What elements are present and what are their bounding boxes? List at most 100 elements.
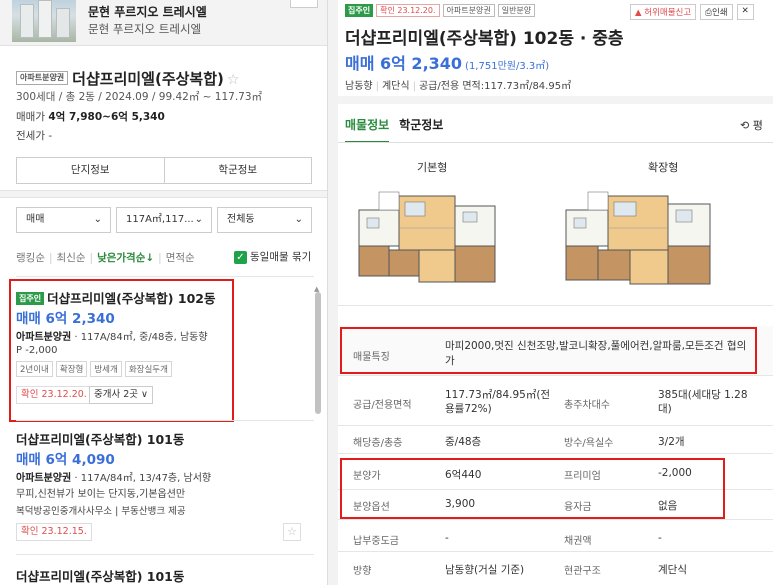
print-icon: ⎙	[705, 8, 712, 18]
neighbor-complex-title: 문현 푸르지오 트레시엘	[88, 5, 207, 19]
table-row-floor: 해당층/총층 중/48층 방수/욕실수 3/2개	[338, 426, 773, 454]
bond-value: -	[658, 532, 662, 544]
group-same-listings[interactable]: ✓ 동일매물 묶기	[234, 249, 311, 264]
area-label: 공급/전용면적	[353, 400, 412, 411]
complex-name: 더샵프리미엘(주상복합)	[72, 70, 224, 88]
chevron-down-icon: ⌄	[93, 214, 102, 225]
plan-label-extended: 확장형	[648, 161, 679, 174]
neighbor-complex-button[interactable]	[290, 0, 318, 8]
detail-title: 더샵프리미엘(주상복합) 102동 · 중층	[345, 29, 624, 49]
trade-type-select[interactable]: 매매 ⌄	[16, 207, 111, 233]
complex-price: 매매가 4억 7,980~6억 5,340	[16, 109, 165, 124]
group-same-label: 동일매물 묶기	[250, 251, 312, 263]
sort-ranking[interactable]: 랭킹순	[16, 252, 45, 264]
complex-header: 아파트분양권 더샵프리미엘(주상복합) ☆	[16, 68, 239, 89]
listing-price: 매매 6억 4,090	[16, 452, 115, 468]
checkbox-checked-icon[interactable]: ✓	[234, 250, 247, 264]
rooms-label: 방수/욕실수	[564, 438, 614, 449]
floor-plan-basic-image[interactable]	[349, 188, 505, 290]
highlight-box	[340, 327, 757, 374]
print-button[interactable]: ⎙인쇄	[700, 4, 733, 20]
tab-school-info[interactable]: 학군정보	[399, 116, 443, 141]
sort-latest[interactable]: 최신순	[57, 252, 86, 264]
list-divider	[16, 276, 314, 277]
close-button[interactable]: ✕	[736, 4, 754, 20]
floor-label: 해당층/총층	[353, 438, 403, 449]
section-divider	[0, 190, 327, 198]
trade-type-value: 매매	[26, 214, 45, 225]
section-divider	[338, 96, 773, 104]
detail-price-value: 매매 6억 2,340	[345, 54, 463, 73]
complex-jeonse-value: -	[48, 130, 53, 142]
sort-options: 랭킹순 | 최신순 | 낮은가격순↓ | 면적순	[16, 252, 195, 264]
structure-info: 계단식	[381, 81, 410, 92]
tab-listing-info[interactable]: 매물정보	[345, 116, 390, 143]
complex-jeonse: 전세가 -	[16, 128, 52, 143]
scrollbar-thumb[interactable]	[315, 292, 321, 414]
entrance-label: 현관구조	[564, 566, 601, 577]
complex-jeonse-label: 전세가	[16, 130, 45, 142]
plan-label-basic: 기본형	[417, 161, 448, 174]
unit-toggle-button[interactable]: ⟲ 평	[740, 117, 763, 133]
direction-value: 남동향(거실 기준)	[445, 564, 525, 576]
direction-label: 방향	[353, 566, 372, 577]
area-info: 공급/전용 면적:117.73㎡/84.95㎡	[418, 81, 572, 92]
listing-desc: 아파트분양권 · 117A/84㎡, 13/47층, 남서향	[16, 469, 211, 484]
sale-type-badge: 일반분양	[497, 4, 536, 17]
listing-title[interactable]: 더샵프리미엘(주상복합) 101동	[16, 429, 184, 448]
detail-price-unit: (1,751만원/3.3㎡)	[465, 61, 550, 72]
tab-school-info[interactable]: 학군정보	[163, 158, 312, 183]
parking-label: 총주차대수	[564, 400, 610, 411]
floor-plan-extended-image[interactable]	[560, 188, 716, 290]
type-badge: 아파트분양권	[442, 4, 495, 17]
highlight-box	[9, 279, 234, 422]
siren-icon: ▲	[635, 8, 642, 18]
table-row-area: 공급/전용면적 117.73㎡/84.95㎡(전용률72%) 총주차대수 385…	[338, 376, 773, 426]
detail-panel: 집주인 확인 23.12.20. 아파트분양권 일반분양 ▲ 허위매물신고 ⎙인…	[338, 0, 773, 585]
interim-value: -	[445, 532, 449, 544]
listing-title[interactable]: 더샵프리미엘(주상복합) 101동	[16, 566, 184, 585]
listing-source: 복덕방공인중개사사무소 | 부동산뱅크 제공	[16, 506, 186, 517]
close-icon: ✕	[741, 6, 749, 16]
rooms-value: 3/2개	[658, 436, 685, 448]
listing-extra: 무피,신천뷰가 보이는 단지동,기본옵션만	[16, 489, 186, 500]
complex-type-tag: 아파트분양권	[16, 70, 69, 85]
report-button[interactable]: ▲ 허위매물신고	[630, 4, 697, 20]
parking-value: 385대(세대당 1.28대)	[658, 389, 748, 415]
entrance-value: 계단식	[658, 564, 687, 576]
sort-low-price[interactable]: 낮은가격순↓	[97, 252, 154, 264]
sort-area[interactable]: 면적순	[166, 252, 195, 264]
list-divider	[16, 554, 314, 555]
complex-price-value: 4억 7,980~6억 5,340	[48, 111, 165, 123]
complex-price-label: 매매가	[16, 111, 45, 123]
detail-tags: 집주인 확인 23.12.20. 아파트분양권 일반분양	[345, 4, 536, 17]
table-row-interim: 납부중도금 - 채권액 -	[338, 526, 773, 552]
table-row-direction: 방향 남동향(거실 기준) 현관구조 계단식	[338, 556, 773, 585]
confirm-date: 확인 23.12.15.	[16, 523, 92, 541]
detail-tabs: 매물정보 학군정보	[345, 116, 453, 143]
tab-underline	[338, 142, 773, 143]
building-select[interactable]: 전체동 ⌄	[217, 207, 312, 233]
tab-complex-info[interactable]: 단지정보	[17, 158, 164, 183]
complex-tabs: 단지정보 학군정보	[16, 157, 312, 184]
detail-actions: ▲ 허위매물신고 ⎙인쇄 ✕	[630, 4, 754, 20]
detail-info: 남동향 | 계단식 | 공급/전용 면적:117.73㎡/84.95㎡	[345, 81, 572, 92]
favorite-star-icon[interactable]: ☆	[227, 72, 240, 88]
area-value: 117.73㎡/84.95㎡(전용률72%)	[445, 389, 551, 415]
building-value: 전체동	[227, 214, 255, 225]
listing-panel: 문현 푸르지오 트레시엘 문현 푸르지오 트레시엘 아파트분양권 더샵프리미엘(주…	[0, 0, 328, 585]
detail-price: 매매 6억 2,340 (1,751만원/3.3㎡)	[345, 50, 549, 74]
highlight-box	[340, 458, 725, 519]
table-top-line	[338, 305, 773, 306]
bond-label: 채권액	[564, 536, 592, 547]
interim-label: 납부중도금	[353, 536, 399, 547]
complex-thumbnail	[12, 0, 76, 42]
report-label: 허위매물신고	[644, 8, 692, 18]
direction-info: 남동향	[345, 81, 373, 92]
listing-desc-text: · 117A/84㎡, 13/47층, 남서향	[71, 473, 212, 484]
favorite-star-icon[interactable]: ☆	[283, 523, 301, 541]
confirm-badge: 확인 23.12.20.	[376, 4, 440, 17]
area-select[interactable]: 117A㎡,117... ⌄	[116, 207, 212, 233]
owner-badge: 집주인	[345, 4, 374, 17]
neighbor-complex-card[interactable]: 문현 푸르지오 트레시엘 문현 푸르지오 트레시엘	[0, 0, 327, 46]
